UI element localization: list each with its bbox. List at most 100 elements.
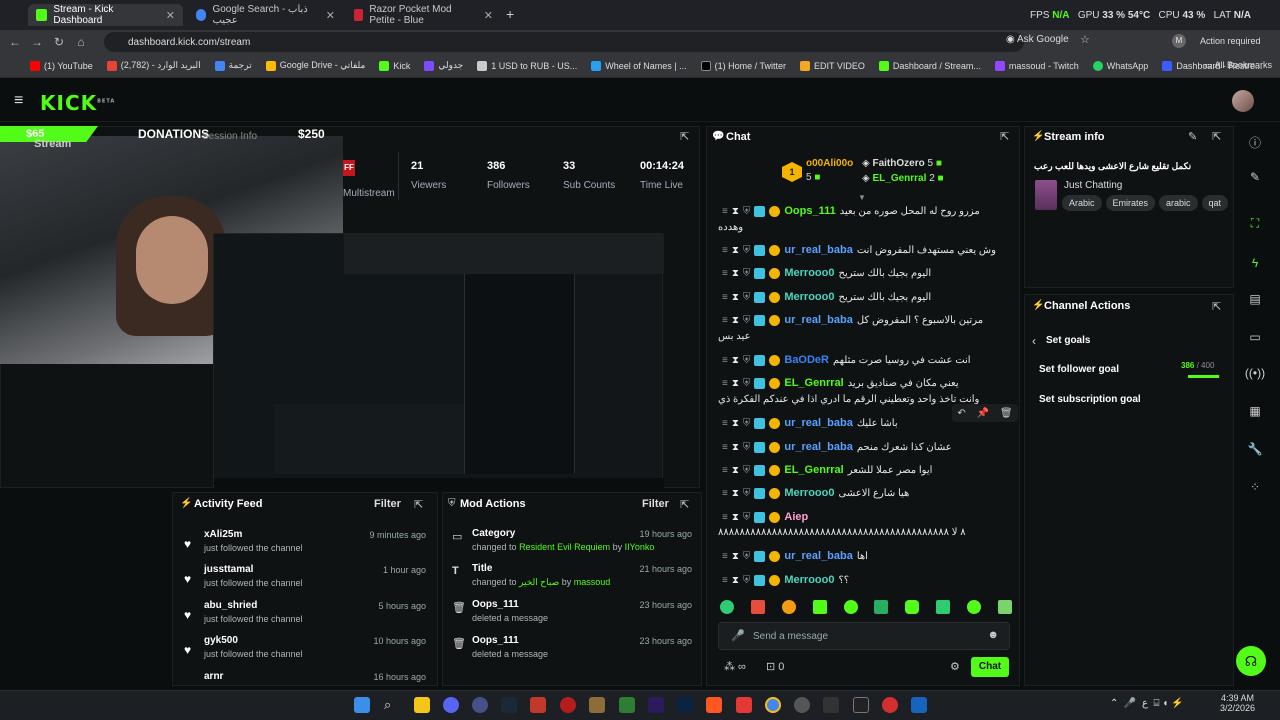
emote-icon[interactable] xyxy=(874,600,889,614)
timeout-hourglass-icon[interactable]: ⧗ xyxy=(732,442,739,453)
activity-feed-filter-button[interactable]: Filter xyxy=(374,498,401,510)
chat-username[interactable]: Merrooo0 xyxy=(784,487,834,499)
url-bar[interactable]: dashboard.kick.com/stream xyxy=(104,32,1024,52)
channel-points-icon[interactable]: ⁂ ∞ xyxy=(724,660,746,673)
popout-icon[interactable]: ⇱ xyxy=(1212,300,1221,313)
drag-handle-icon[interactable]: ≡ xyxy=(722,315,728,326)
drag-handle-icon[interactable]: ≡ xyxy=(722,465,728,476)
app-icon[interactable] xyxy=(853,697,869,713)
document-icon[interactable]: ▤ xyxy=(1240,292,1270,312)
browser-tab-kick[interactable]: Stream - Kick Dashboard ✕ xyxy=(28,4,183,26)
chat-message[interactable]: ≡ ⧗ ⛨ Oops_111 مزرو روح له المحل صوره من بعي… xyxy=(722,201,1012,221)
timeout-hourglass-icon[interactable]: ⧗ xyxy=(732,488,739,499)
wrench-icon[interactable]: 🔧 xyxy=(1240,442,1270,462)
layout-icon[interactable]: ▦ xyxy=(1240,404,1270,424)
emote-icon[interactable] xyxy=(997,600,1012,614)
search-icon[interactable]: ⌕ xyxy=(384,697,400,713)
chat-username[interactable]: ur_real_baba xyxy=(784,244,852,256)
chat-message[interactable]: ≡ ⧗ ⛨ ur_real_baba اها xyxy=(722,546,1012,566)
star-icon[interactable]: ☆ xyxy=(1080,33,1090,46)
drag-handle-icon[interactable]: ≡ xyxy=(722,268,728,279)
bookmark-drive[interactable]: Google Drive - ملفاتي xyxy=(265,60,365,71)
expand-icon[interactable]: ⛶ xyxy=(1240,216,1270,236)
premiere-icon[interactable] xyxy=(648,697,664,713)
bookmark-wheel[interactable]: Wheel of Names | ... xyxy=(591,60,687,71)
popout-icon[interactable]: ⇱ xyxy=(1212,130,1221,143)
timeout-hourglass-icon[interactable]: ⧗ xyxy=(732,206,739,217)
bookmark-translate[interactable]: ترجمة xyxy=(214,60,252,71)
system-tray[interactable]: ⌃ 🎤 ع ⌸ ◖ ⚡ xyxy=(1110,698,1184,709)
bookmark-twitch[interactable]: massoud - Twitch xyxy=(994,60,1079,71)
bookmark-youtube[interactable]: (1) YouTube xyxy=(30,60,93,71)
timeout-hourglass-icon[interactable]: ⧗ xyxy=(732,315,739,326)
bookmark-schedule[interactable]: جدولي xyxy=(424,60,463,71)
drag-handle-icon[interactable]: ≡ xyxy=(722,206,728,217)
chat-username[interactable]: EL_Genrral xyxy=(784,377,843,389)
emoji-icon[interactable]: ☻ xyxy=(987,629,999,641)
timeout-hourglass-icon[interactable]: ⧗ xyxy=(732,512,739,523)
chat-message[interactable]: ≡ ⧗ ⛨ Merrooo0 اليوم بجيك بالك ستريح xyxy=(722,287,1012,307)
timeout-hourglass-icon[interactable]: ⧗ xyxy=(732,418,739,429)
chat-username[interactable]: ur_real_baba xyxy=(784,550,852,562)
integrations-icon[interactable]: ⁘ xyxy=(1240,480,1270,500)
brave-icon[interactable] xyxy=(706,697,722,713)
app-icon[interactable] xyxy=(882,697,898,713)
mod-actions-filter-button[interactable]: Filter xyxy=(642,498,669,510)
bookmark-gmail[interactable]: (2,782) - البريد الوارد xyxy=(106,60,201,71)
forward-icon[interactable]: → xyxy=(26,35,48,49)
chat-username[interactable]: Merrooo0 xyxy=(784,267,834,279)
chat-username[interactable]: Aiep xyxy=(784,511,808,523)
chat-message[interactable]: ≡ ⧗ ⛨ ur_real_baba عشان كذا شعرك منحم xyxy=(722,437,1012,457)
timeout-hourglass-icon[interactable]: ⧗ xyxy=(732,378,739,389)
chat-message[interactable]: ≡ ⧗ ⛨ Merrooo0 اليوم بجيك بالك ستريح xyxy=(722,263,1012,283)
chat-message[interactable]: ≡ ⧗ ⛨ Merrooo0 ؟؟ xyxy=(722,570,1012,590)
emote-icon[interactable] xyxy=(720,600,734,614)
photoshop-icon[interactable] xyxy=(677,697,693,713)
app-icon[interactable] xyxy=(911,697,927,713)
timeout-hourglass-icon[interactable]: ⧗ xyxy=(732,465,739,476)
popout-icon[interactable]: ⇱ xyxy=(414,498,423,511)
gifter-row[interactable]: ◈ EL_Genrral 2 ■ xyxy=(862,173,944,184)
app-icon[interactable] xyxy=(472,697,488,713)
chat-username[interactable]: EL_Genrral xyxy=(784,464,843,476)
home-icon[interactable]: ⌂ xyxy=(70,35,92,49)
chat-message[interactable]: ≡ ⧗ ⛨ EL_Genrral ايوا مصر عملا للشعر xyxy=(722,460,1012,480)
ask-google-button[interactable]: ◉ Ask Google xyxy=(1006,34,1069,45)
broadcast-icon[interactable]: ((•)) xyxy=(1240,366,1270,386)
popout-icon[interactable]: ⇱ xyxy=(680,130,689,143)
all-bookmarks-button[interactable]: ▭ All Bookmarks xyxy=(1204,60,1272,71)
timeout-hourglass-icon[interactable]: ⧗ xyxy=(732,245,739,256)
timeout-hourglass-icon[interactable]: ⧗ xyxy=(732,551,739,562)
chat-username[interactable]: ur_real_baba xyxy=(784,314,852,326)
discord-icon[interactable] xyxy=(443,697,459,713)
set-subscription-goal-button[interactable]: Set subscription goal xyxy=(1039,394,1141,405)
drag-handle-icon[interactable]: ≡ xyxy=(722,245,728,256)
windows-start-icon[interactable] xyxy=(354,697,370,713)
new-tab-button[interactable]: + xyxy=(506,6,514,22)
emote-icon[interactable] xyxy=(905,600,920,614)
chat-input[interactable]: 🎤 Send a message ☻ xyxy=(718,622,1010,650)
bookmark-dashboard[interactable]: Dashboard / Stream... xyxy=(878,60,981,71)
drag-handle-icon[interactable]: ≡ xyxy=(722,512,728,523)
browser-tab-google[interactable]: Google Search - ذباب عجيب ✕ xyxy=(188,4,343,26)
gifter-row[interactable]: ◈ FaithOzero 5 ■ xyxy=(862,158,942,169)
file-explorer-icon[interactable] xyxy=(414,697,430,713)
chat-username[interactable]: ur_real_baba xyxy=(784,417,852,429)
chat-message[interactable]: ≡ ⧗ ⛨ ur_real_baba مرتين بالاسبوع ؟ المفروض … xyxy=(722,310,1012,330)
stream-video-preview[interactable] xyxy=(213,233,664,488)
settings-gear-icon[interactable]: ⚙ xyxy=(950,660,960,673)
back-icon[interactable]: ← xyxy=(4,35,26,49)
reply-icon[interactable]: ↶ xyxy=(957,408,965,419)
pin-icon[interactable]: 📌 xyxy=(977,408,989,419)
category-name[interactable]: Just Chatting xyxy=(1064,180,1122,191)
drag-handle-icon[interactable]: ≡ xyxy=(722,575,728,586)
kick-logo[interactable]: KICKBETA xyxy=(40,91,115,115)
app-icon[interactable] xyxy=(589,697,605,713)
bookmark-whatsapp[interactable]: WhatsApp xyxy=(1092,60,1148,71)
emote-icon[interactable] xyxy=(750,600,765,614)
bookmark-edit-video[interactable]: EDIT VIDEO xyxy=(800,60,865,71)
multistream-label[interactable]: Multistream xyxy=(343,188,395,199)
app-icon[interactable] xyxy=(823,697,839,713)
reload-icon[interactable]: ↻ xyxy=(48,35,70,49)
info-icon[interactable]: ⓘ xyxy=(1240,134,1270,154)
